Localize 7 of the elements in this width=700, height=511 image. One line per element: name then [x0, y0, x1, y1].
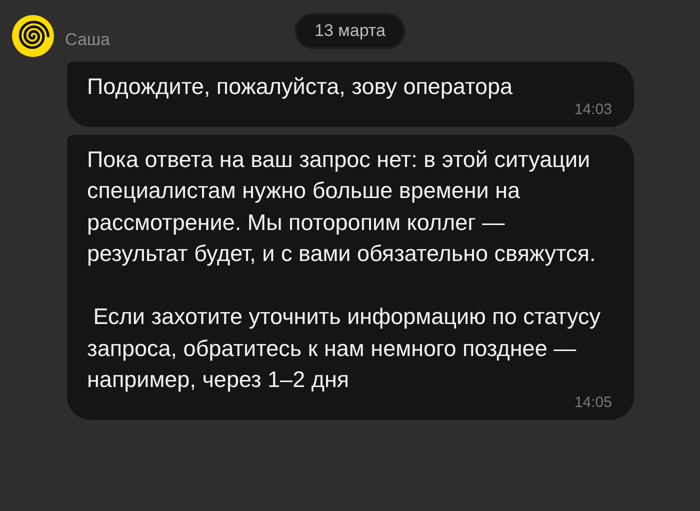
message-text: Подождите, пожалуйста, зову оператора [87, 73, 514, 101]
message-time: 14:03 [574, 100, 612, 118]
sender-name: Саша [65, 30, 110, 50]
date-label: 13 марта [294, 13, 406, 49]
message-time: 14:05 [574, 394, 612, 412]
message-text: Пока ответа на ваш запрос нет: в этой ситуации специалистам нужно больше времени на рассмотрение. Мы поторопим коллег — результат будет, и с вами обязательно свяжутся. Если захотите уточнить информацию по статусу запроса, обратитесь к нам немного позднее — например, через 1–2 дня [87, 146, 602, 394]
avatar-icon [12, 15, 54, 57]
